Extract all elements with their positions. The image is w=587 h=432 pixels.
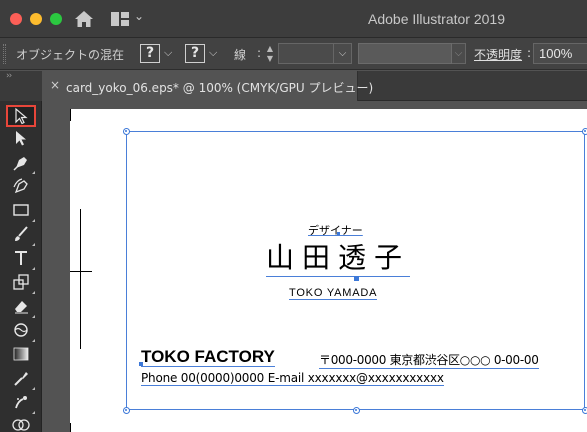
zoom-window-button[interactable] — [50, 13, 62, 25]
close-window-button[interactable] — [10, 13, 22, 25]
gradient-icon — [13, 347, 29, 361]
card-address[interactable]: 〒000-0000 東京都渋谷区○○○ 0-00-00 — [319, 351, 539, 369]
opacity-label[interactable]: 不透明度 — [474, 46, 522, 63]
eyedropper-tool[interactable] — [6, 369, 36, 391]
opacity-input[interactable]: 100% — [533, 43, 587, 64]
trim-mark — [70, 271, 92, 272]
card-company-name[interactable]: TOKO FACTORY — [141, 348, 275, 367]
anchor-point — [354, 276, 359, 281]
card-job-title[interactable]: デザイナー — [308, 222, 363, 238]
bounding-handle[interactable] — [582, 407, 587, 414]
control-bar: オブジェクトの混在 ? ⌵ ? ⌵ 線 : ▲ ▼ ⌵ ⌵ 不透明度 : 100% — [0, 38, 587, 70]
document-canvas[interactable]: デザイナー 山田透子 TOKO YAMADA TOKO FACTORY 〒000… — [42, 101, 587, 432]
anchor-point — [337, 232, 340, 235]
opacity-colon: : — [527, 46, 532, 60]
symbol-sprayer-icon — [15, 396, 27, 409]
bounding-handle[interactable] — [582, 128, 587, 135]
type-icon — [15, 251, 27, 265]
eraser-tool[interactable] — [6, 297, 36, 319]
eraser-icon — [15, 301, 28, 314]
pen-tool[interactable] — [6, 153, 36, 175]
pen-icon — [13, 157, 27, 171]
warp-icon — [14, 323, 28, 337]
scale-icon — [13, 274, 29, 290]
tools-panel — [0, 101, 42, 432]
fill-swatch[interactable]: ? — [140, 44, 160, 63]
chevron-down-icon[interactable]: ⌵ — [209, 46, 217, 60]
eyedropper-icon — [14, 372, 28, 386]
chevron-down-icon[interactable]: ⌵ — [452, 43, 466, 64]
gradient-tool[interactable] — [6, 345, 36, 367]
rectangle-tool[interactable] — [6, 201, 36, 223]
workspace-layout-icon[interactable] — [110, 11, 130, 27]
stroke-stepper[interactable]: ▲ ▼ — [264, 44, 276, 64]
curvature-pen-icon — [13, 178, 28, 194]
close-tab-icon[interactable]: × — [50, 78, 60, 92]
stroke-weight-input[interactable] — [278, 43, 334, 64]
direct-selection-arrow-icon — [16, 131, 26, 146]
paintbrush-icon — [15, 226, 28, 241]
selection-arrow-icon — [15, 107, 28, 125]
chevron-down-icon[interactable]: ⌵ — [164, 46, 172, 60]
panel-grip[interactable] — [3, 44, 6, 64]
selection-type-label: オブジェクトの混在 — [16, 48, 125, 62]
trim-mark — [70, 109, 71, 121]
app-title: Adobe Illustrator 2019 — [368, 11, 505, 27]
trim-mark — [70, 423, 71, 432]
document-tab-label[interactable]: card_yoko_06.eps* @ 100% (CMYK/GPU プレビュー… — [66, 79, 373, 96]
symbol-sprayer-tool[interactable] — [6, 393, 36, 415]
bounding-handle[interactable] — [123, 407, 130, 414]
stroke-swatch[interactable]: ? — [185, 44, 205, 63]
direct-selection-tool[interactable] — [6, 129, 36, 151]
chevron-down-icon[interactable]: ⌄ — [134, 9, 144, 23]
curvature-tool[interactable] — [6, 177, 36, 199]
stroke-weight-label: 線 — [234, 48, 247, 62]
shape-builder-icon — [12, 419, 30, 431]
shape-builder-tool[interactable] — [6, 417, 36, 432]
scale-tool[interactable] — [6, 273, 36, 295]
anchor-point — [139, 362, 143, 366]
artboard[interactable]: デザイナー 山田透子 TOKO YAMADA TOKO FACTORY 〒000… — [70, 109, 587, 432]
bounding-handle[interactable] — [353, 407, 360, 414]
minimize-window-button[interactable] — [30, 13, 42, 25]
selection-tool[interactable] — [6, 105, 36, 127]
warp-tool[interactable] — [6, 321, 36, 343]
trim-mark — [80, 209, 81, 349]
card-contact[interactable]: Phone 00(0000)0000 E-mail xxxxxxx@xxxxxx… — [141, 371, 444, 386]
variable-width-profile[interactable] — [358, 43, 452, 64]
card-name-japanese[interactable]: 山田透子 — [266, 240, 411, 277]
home-icon[interactable] — [74, 10, 94, 28]
type-tool[interactable] — [6, 249, 36, 271]
paintbrush-tool[interactable] — [6, 225, 36, 247]
card-name-english[interactable]: TOKO YAMADA — [289, 287, 378, 300]
stroke-colon: : — [257, 46, 262, 60]
title-bar: ⌄ Adobe Illustrator 2019 — [0, 0, 587, 38]
rectangle-icon — [13, 204, 29, 216]
chevron-down-icon[interactable]: ⌵ — [334, 43, 352, 64]
bounding-handle[interactable] — [123, 128, 130, 135]
collapse-panel-icon[interactable]: ›› — [6, 71, 12, 81]
